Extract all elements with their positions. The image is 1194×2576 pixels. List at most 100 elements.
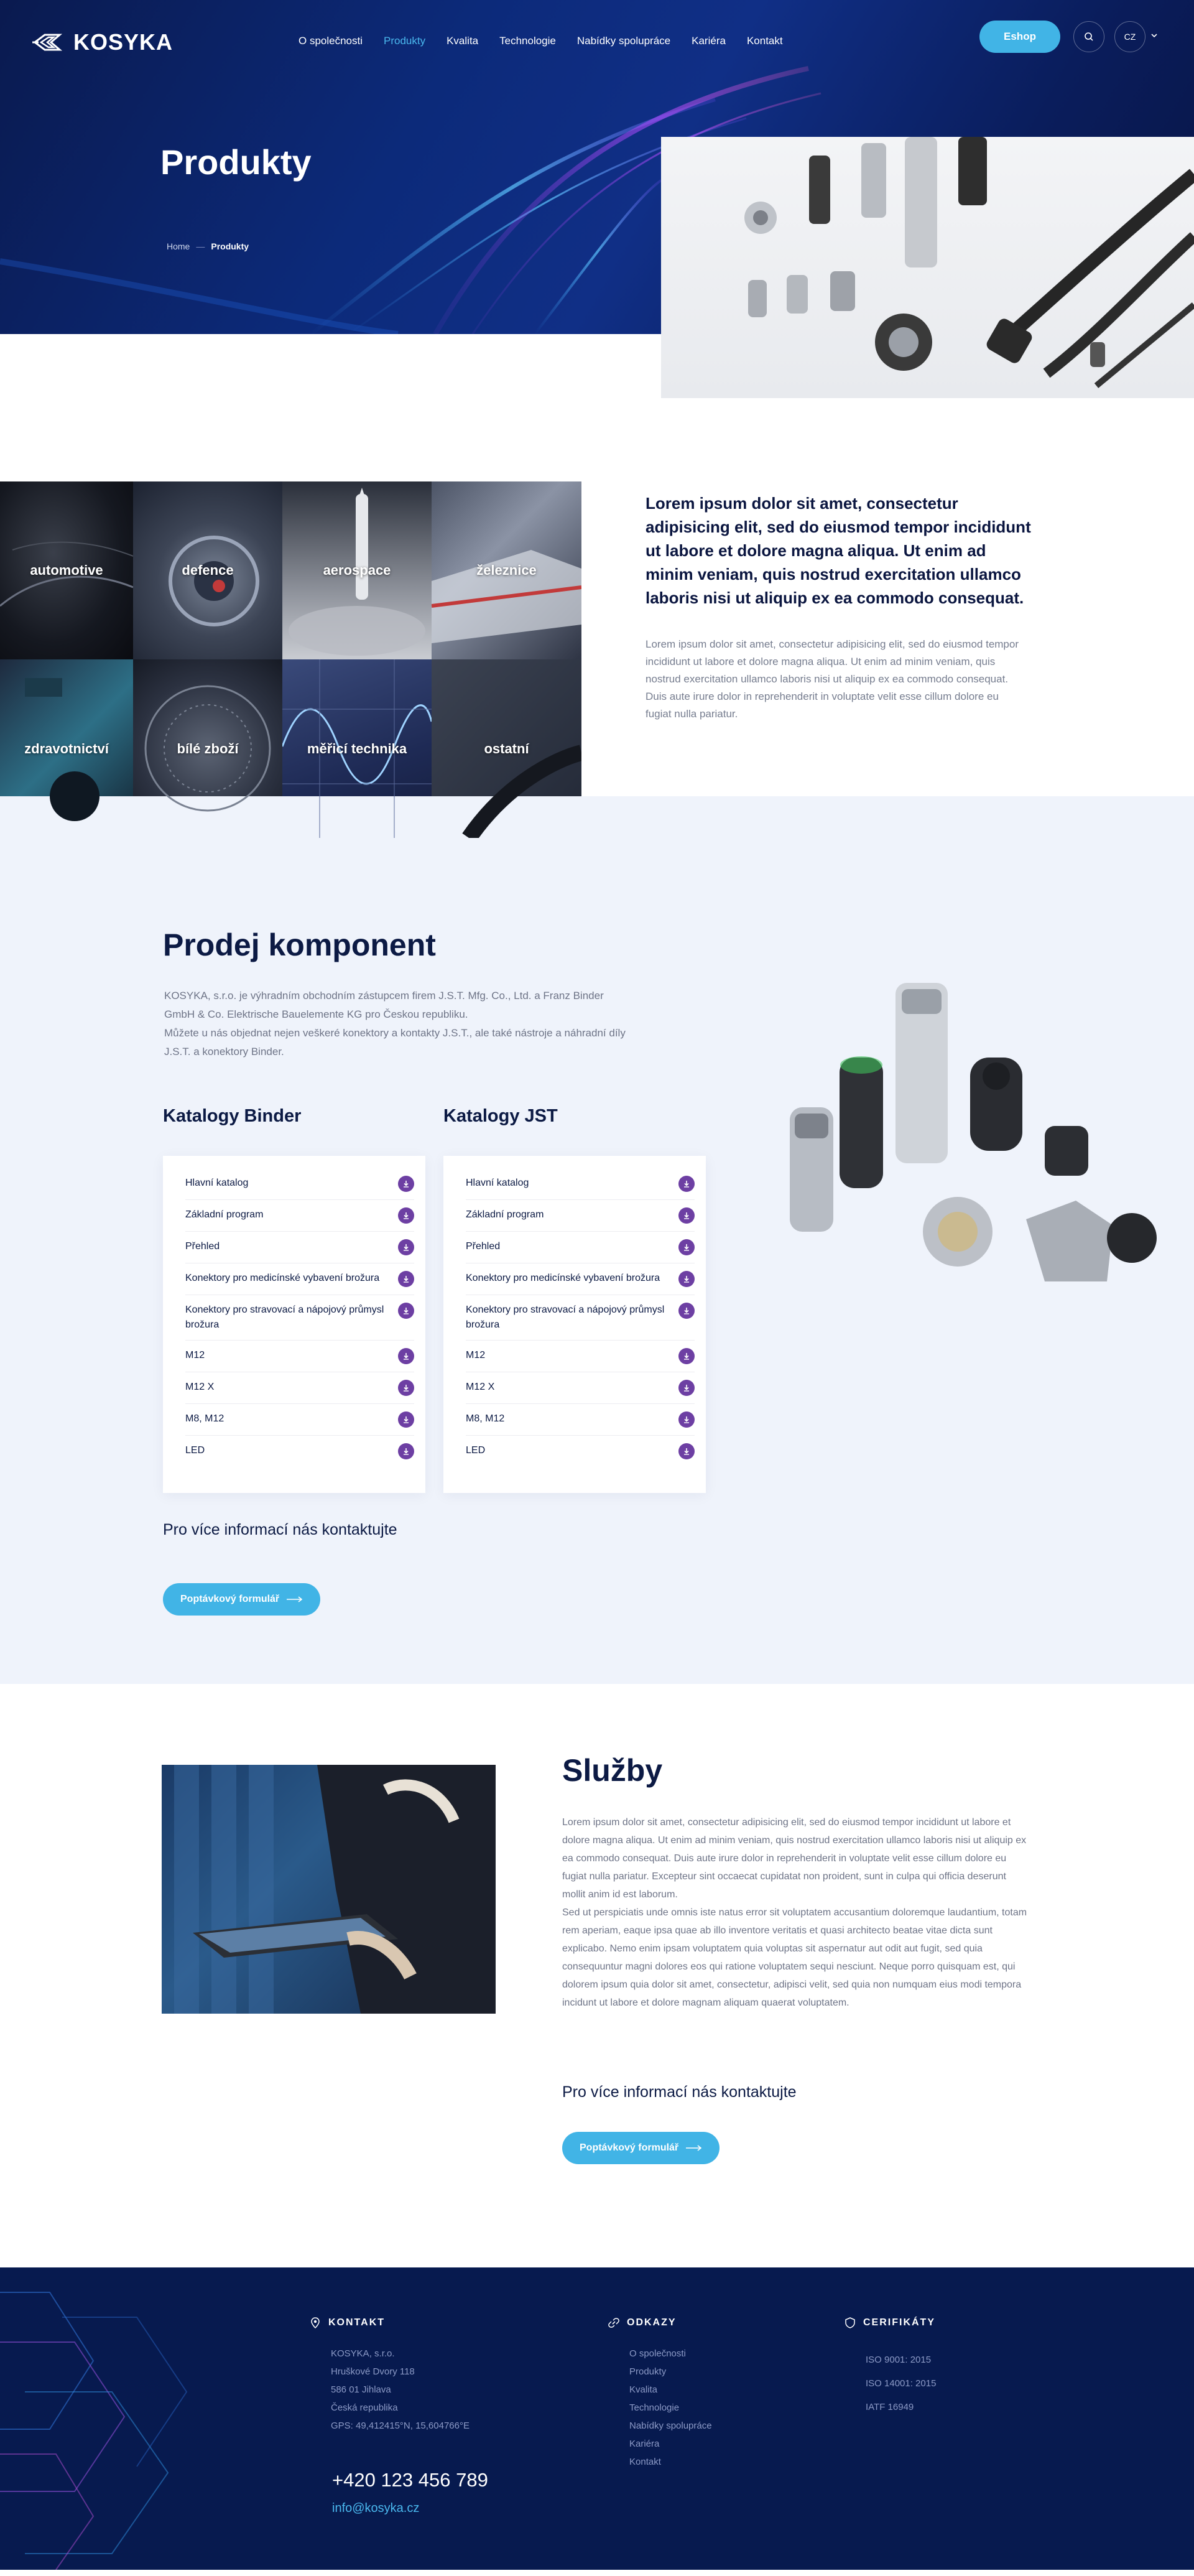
nav-link-kariera[interactable]: Kariéra <box>692 35 726 47</box>
category-label: měřicí technika <box>307 740 407 756</box>
catalog-row[interactable]: Hlavní katalog <box>466 1168 695 1200</box>
catalog-label: LED <box>466 1445 486 1456</box>
catalog-label: LED <box>185 1445 205 1456</box>
download-icon[interactable] <box>398 1207 414 1224</box>
category-label: defence <box>182 562 234 578</box>
category-tile-zeleznice[interactable]: železnice <box>432 481 581 659</box>
catalog-row[interactable]: M12 X <box>466 1372 695 1404</box>
address-list: KOSYKA, s.r.o. Hruškové Dvory 118 586 01… <box>331 2345 470 2435</box>
footer-link[interactable]: Produkty <box>629 2363 712 2381</box>
footer-heading: ODKAZY <box>608 2317 712 2328</box>
category-tile-bile-zbozi[interactable]: bílé zboží <box>133 659 282 838</box>
catalog-row[interactable]: M12 <box>185 1341 414 1372</box>
language-switcher[interactable]: CZ <box>1114 21 1145 52</box>
download-icon[interactable] <box>398 1411 414 1428</box>
catalog-row[interactable]: Konektory pro stravovací a nápojový prům… <box>466 1295 695 1341</box>
footer-link[interactable]: Kvalita <box>629 2381 712 2399</box>
footer-link[interactable]: Kontakt <box>629 2453 712 2471</box>
address-line: 586 01 Jihlava <box>331 2384 391 2395</box>
download-icon[interactable] <box>398 1348 414 1364</box>
nav-link-produkty[interactable]: Produkty <box>384 35 425 47</box>
download-icon[interactable] <box>678 1239 695 1255</box>
hexagon-decoration <box>0 2292 188 2570</box>
download-icon[interactable] <box>678 1303 695 1319</box>
download-icon[interactable] <box>678 1443 695 1459</box>
category-tile-zdravotnictvi[interactable]: zdravotnictví <box>0 659 133 838</box>
category-label: automotive <box>30 562 103 578</box>
category-tile-merici-technika[interactable]: měřicí technika <box>282 659 432 838</box>
nav-link-o-spolecnosti[interactable]: O společnosti <box>298 35 363 47</box>
footer-link[interactable]: Technologie <box>629 2399 712 2417</box>
intro-text-block: Lorem ipsum dolor sit amet, consectetur … <box>646 491 1037 723</box>
catalog-label: Konektory pro medicínské vybavení brožur… <box>466 1273 660 1283</box>
inquiry-form-button[interactable]: Poptávkový formulář <box>163 1583 321 1616</box>
category-tile-defence[interactable]: defence <box>133 481 282 659</box>
download-icon[interactable] <box>678 1380 695 1396</box>
catalog-row[interactable]: Konektory pro stravovací a nápojový prům… <box>185 1295 414 1341</box>
catalog-row[interactable]: Hlavní katalog <box>185 1168 414 1200</box>
download-icon[interactable] <box>678 1348 695 1364</box>
section-description: KOSYKA, s.r.o. je výhradním obchodním zá… <box>164 987 637 1061</box>
description-line: Můžete u nás objednat nejen veškeré kone… <box>164 1027 626 1058</box>
nav-link-kontakt[interactable]: Kontakt <box>747 35 783 47</box>
download-icon[interactable] <box>678 1176 695 1192</box>
catalog-label: Přehled <box>466 1241 501 1252</box>
footer-link[interactable]: O společnosti <box>629 2345 712 2363</box>
connectors-product-image <box>752 958 1188 1331</box>
chevron-down-icon[interactable] <box>1150 31 1158 41</box>
intro-lead: Lorem ipsum dolor sit amet, consectetur … <box>646 494 1031 607</box>
catalog-label: Konektory pro stravovací a nápojový prům… <box>185 1304 384 1330</box>
intro-body: Lorem ipsum dolor sit amet, consectetur … <box>646 638 1019 720</box>
eshop-button[interactable]: Eshop <box>979 21 1060 53</box>
inquiry-form-button[interactable]: Poptávkový formulář <box>562 2132 720 2164</box>
download-icon[interactable] <box>398 1380 414 1396</box>
footer-phone[interactable]: +420 123 456 789 <box>332 2469 488 2491</box>
footer-heading-text: CERIFIKÁTY <box>863 2317 935 2328</box>
breadcrumb-current: Produkty <box>211 241 249 251</box>
download-icon[interactable] <box>678 1411 695 1428</box>
nav-link-technologie[interactable]: Technologie <box>499 35 556 47</box>
industries-section: automotive defence aerospace železnice z… <box>0 429 1194 838</box>
map-pin-icon <box>311 2317 320 2328</box>
download-icon[interactable] <box>398 1303 414 1319</box>
catalog-row[interactable]: M12 <box>466 1341 695 1372</box>
catalog-label: Základní program <box>466 1209 544 1220</box>
catalog-row[interactable]: Základní program <box>466 1200 695 1232</box>
download-icon[interactable] <box>398 1271 414 1287</box>
catalog-row[interactable]: Konektory pro medicínské vybavení brožur… <box>185 1263 414 1295</box>
download-icon[interactable] <box>398 1239 414 1255</box>
category-tile-ostatni[interactable]: ostatní <box>432 659 581 838</box>
catalog-row[interactable]: M12 X <box>185 1372 414 1404</box>
binder-catalog-list: Hlavní katalog Základní program Přehled Kon… <box>163 1156 425 1493</box>
catalog-row[interactable]: Základní program <box>185 1200 414 1232</box>
language-code: CZ <box>1124 32 1136 42</box>
category-tile-automotive[interactable]: automotive <box>0 481 133 659</box>
nav-link-nabidky-spoluprace[interactable]: Nabídky spolupráce <box>577 35 670 47</box>
catalog-row[interactable]: M8, M12 <box>466 1404 695 1436</box>
search-button[interactable] <box>1073 21 1104 52</box>
catalog-row[interactable]: LED <box>185 1436 414 1467</box>
contact-note: Pro více informací nás kontaktujte <box>562 2083 797 2101</box>
catalog-row[interactable]: Přehled <box>185 1232 414 1263</box>
contact-note: Pro více informací nás kontaktujte <box>163 1521 397 1538</box>
footer-link[interactable]: Kariéra <box>629 2435 712 2453</box>
catalog-row[interactable]: Přehled <box>466 1232 695 1263</box>
download-icon[interactable] <box>678 1207 695 1224</box>
breadcrumb-separator: — <box>196 241 205 251</box>
catalog-row[interactable]: LED <box>466 1436 695 1467</box>
category-label: železnice <box>476 562 537 578</box>
address-line: Hruškové Dvory 118 <box>331 2366 415 2377</box>
site-logo[interactable]: KOSYKA <box>32 29 173 56</box>
download-icon[interactable] <box>678 1271 695 1287</box>
nav-link-kvalita[interactable]: Kvalita <box>447 35 478 47</box>
catalog-row[interactable]: Konektory pro medicínské vybavení brožur… <box>466 1263 695 1295</box>
category-tile-aerospace[interactable]: aerospace <box>282 481 432 659</box>
download-icon[interactable] <box>398 1443 414 1459</box>
catalog-row[interactable]: M8, M12 <box>185 1404 414 1436</box>
catalog-label: Hlavní katalog <box>185 1178 249 1188</box>
breadcrumb-home[interactable]: Home <box>167 241 190 251</box>
footer-email[interactable]: info@kosyka.cz <box>332 2501 419 2516</box>
download-icon[interactable] <box>398 1176 414 1192</box>
footer-heading: KONTAKT <box>310 2317 470 2328</box>
footer-link[interactable]: Nabídky spolupráce <box>629 2417 712 2435</box>
